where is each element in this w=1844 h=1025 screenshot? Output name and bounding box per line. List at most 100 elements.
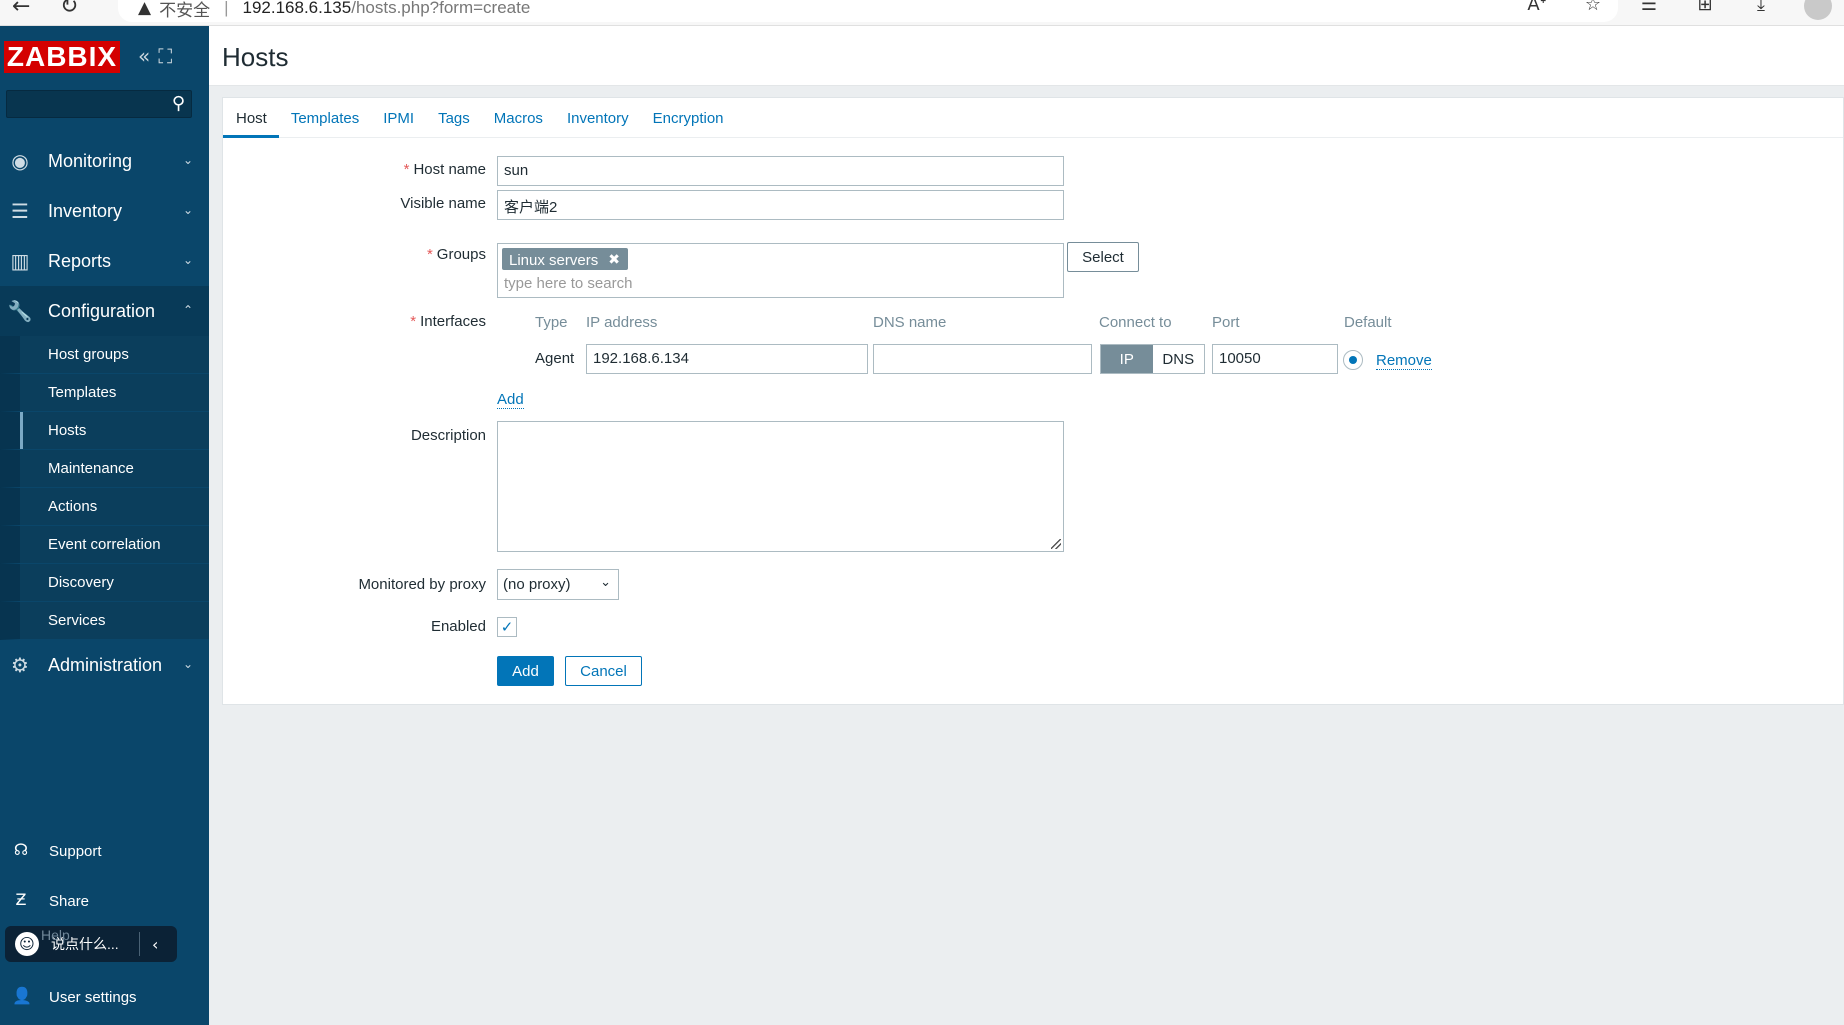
iface-header-type: Type — [535, 314, 568, 331]
favorites-icon[interactable]: ☰ — [1636, 0, 1662, 20]
chat-widget[interactable]: ☺ Help 说点什么... ‹ — [5, 926, 177, 962]
tab-inventory[interactable]: Inventory — [555, 98, 641, 138]
submenu-host-groups[interactable]: Host groups — [0, 336, 209, 374]
submenu-actions[interactable]: Actions — [0, 488, 209, 526]
proxy-label: Monitored by proxy — [358, 576, 486, 593]
tab-host[interactable]: Host — [223, 98, 279, 138]
address-separator: | — [224, 0, 229, 17]
browser-toolbar: ← ↻ ▲ 不安全 | 192.168.6.135/hosts.php?form… — [0, 0, 1844, 26]
url-host: 192.168.6.135 — [242, 0, 352, 17]
sidebar: ZABBIX « ⛶ ⚲ ◉ Monitoring ⌄ ☰ Inventory … — [0, 26, 209, 1025]
remove-interface-link[interactable]: Remove — [1376, 352, 1432, 370]
tab-ipmi[interactable]: IPMI — [371, 98, 426, 138]
host-name-input[interactable]: sun — [497, 156, 1064, 186]
groups-multiselect[interactable]: Linux servers ✖ type here to search — [497, 243, 1064, 298]
menu-user-settings[interactable]: 👤 User settings — [0, 972, 209, 1022]
menu-share[interactable]: Ƶ Share — [0, 876, 209, 926]
user-settings-label: User settings — [49, 988, 137, 1006]
connect-ip-option[interactable]: IP — [1101, 345, 1153, 373]
connect-dns-option[interactable]: DNS — [1153, 345, 1205, 373]
group-chip-label: Linux servers — [509, 251, 599, 269]
menu-label: Administration — [48, 654, 163, 675]
user-icon: 👤 — [12, 986, 32, 1005]
profile-icon[interactable] — [1804, 0, 1832, 20]
wrench-icon: 🔧 — [7, 299, 33, 323]
groups-label-text: Groups — [436, 246, 486, 263]
chevron-down-icon: ⌄ — [182, 153, 193, 167]
add-button[interactable]: Add — [497, 656, 554, 686]
menu-configuration[interactable]: 🔧 Configuration ⌃ — [0, 286, 209, 336]
warning-triangle-icon: ▲ — [138, 0, 152, 18]
checkmark-icon: ✓ — [500, 618, 514, 636]
cancel-button[interactable]: Cancel — [565, 656, 642, 686]
visible-name-input[interactable]: 客户端2 — [497, 190, 1064, 220]
search-icon[interactable]: ⚲ — [172, 93, 185, 114]
share-label: Share — [49, 892, 90, 910]
submenu-maintenance[interactable]: Maintenance — [0, 450, 209, 488]
submenu-event-correlation[interactable]: Event correlation — [0, 526, 209, 564]
host-name-label-text: Host name — [413, 161, 486, 178]
iface-header-ip: IP address — [586, 314, 658, 331]
chat-text: Help 说点什么... — [41, 927, 135, 954]
kiosk-mode-icon[interactable]: ⛶ — [158, 44, 172, 68]
add-favorite-icon[interactable]: ☆ — [1580, 0, 1606, 20]
remove-chip-icon[interactable]: ✖ — [608, 252, 620, 268]
dns-name-input[interactable] — [873, 344, 1092, 374]
submenu-templates[interactable]: Templates — [0, 374, 209, 412]
downloads-icon[interactable]: ⤓ — [1748, 0, 1774, 20]
sidebar-controls: « ⛶ — [138, 44, 172, 68]
main-menu: ◉ Monitoring ⌄ ☰ Inventory ⌄ ▥ Reports ⌄… — [0, 136, 209, 690]
collections-icon[interactable]: ⊞ — [1692, 0, 1718, 20]
tab-tags[interactable]: Tags — [426, 98, 482, 138]
tab-macros[interactable]: Macros — [482, 98, 555, 138]
security-warning-text: 不安全 — [159, 0, 211, 20]
submenu-discovery[interactable]: Discovery — [0, 564, 209, 602]
share-icon: Ƶ — [15, 890, 27, 909]
enabled-label: Enabled — [430, 618, 486, 635]
back-arrow-icon[interactable]: ← — [12, 0, 30, 19]
enabled-checkbox[interactable]: ✓ — [497, 617, 517, 637]
support-label: Support — [49, 842, 102, 860]
tab-templates[interactable]: Templates — [279, 98, 371, 138]
zabbix-logo[interactable]: ZABBIX — [4, 41, 120, 73]
required-marker: * — [410, 313, 417, 330]
menu-reports[interactable]: ▥ Reports ⌄ — [0, 236, 209, 286]
description-textarea[interactable] — [497, 421, 1064, 552]
browser-icons: Aᐩ ☆ ☰ ⊞ ⤓ — [1524, 0, 1832, 20]
ip-address-input[interactable]: 192.168.6.134 — [586, 344, 868, 374]
resize-grip-icon[interactable] — [1051, 539, 1061, 549]
menu-monitoring[interactable]: ◉ Monitoring ⌄ — [0, 136, 209, 186]
sidebar-search-input[interactable]: ⚲ — [6, 90, 192, 118]
help-label[interactable]: Help — [41, 927, 70, 943]
menu-label: Inventory — [48, 200, 123, 221]
collapse-sidebar-icon[interactable]: « — [138, 44, 150, 68]
menu-label: Monitoring — [48, 150, 133, 171]
host-name-label: * Host name — [226, 161, 486, 178]
gear-icon: ⚙ — [11, 653, 29, 677]
menu-administration[interactable]: ⚙ Administration ⌄ — [0, 640, 209, 690]
default-interface-radio[interactable] — [1343, 350, 1363, 370]
connect-to-toggle: IP DNS — [1100, 344, 1205, 374]
add-interface-link[interactable]: Add — [497, 391, 524, 409]
address-bar[interactable]: ▲ 不安全 | 192.168.6.135/hosts.php?form=cre… — [118, 0, 1618, 22]
read-aloud-icon[interactable]: Aᐩ — [1524, 0, 1550, 20]
chevron-left-icon[interactable]: ‹ — [152, 935, 158, 954]
eye-icon: ◉ — [11, 149, 29, 173]
interfaces-label: * Interfaces — [226, 313, 486, 330]
description-label: Description — [410, 427, 486, 444]
port-input[interactable]: 10050 — [1212, 344, 1338, 374]
submenu-hosts[interactable]: Hosts — [0, 412, 209, 450]
menu-inventory[interactable]: ☰ Inventory ⌄ — [0, 186, 209, 236]
bar-chart-icon: ▥ — [10, 249, 30, 273]
menu-support[interactable]: ☊ Support — [0, 826, 209, 876]
refresh-icon[interactable]: ↻ — [60, 0, 78, 19]
groups-search-placeholder[interactable]: type here to search — [504, 275, 632, 292]
proxy-select[interactable]: (no proxy) ⌄ — [497, 569, 619, 600]
smiley-icon: ☺ — [15, 932, 39, 956]
chevron-down-icon: ⌄ — [600, 575, 611, 590]
submenu-services[interactable]: Services — [0, 602, 209, 640]
select-groups-button[interactable]: Select — [1067, 242, 1139, 272]
menu-label: Configuration — [48, 300, 156, 321]
tab-encryption[interactable]: Encryption — [641, 98, 736, 138]
iface-header-port: Port — [1212, 314, 1240, 331]
